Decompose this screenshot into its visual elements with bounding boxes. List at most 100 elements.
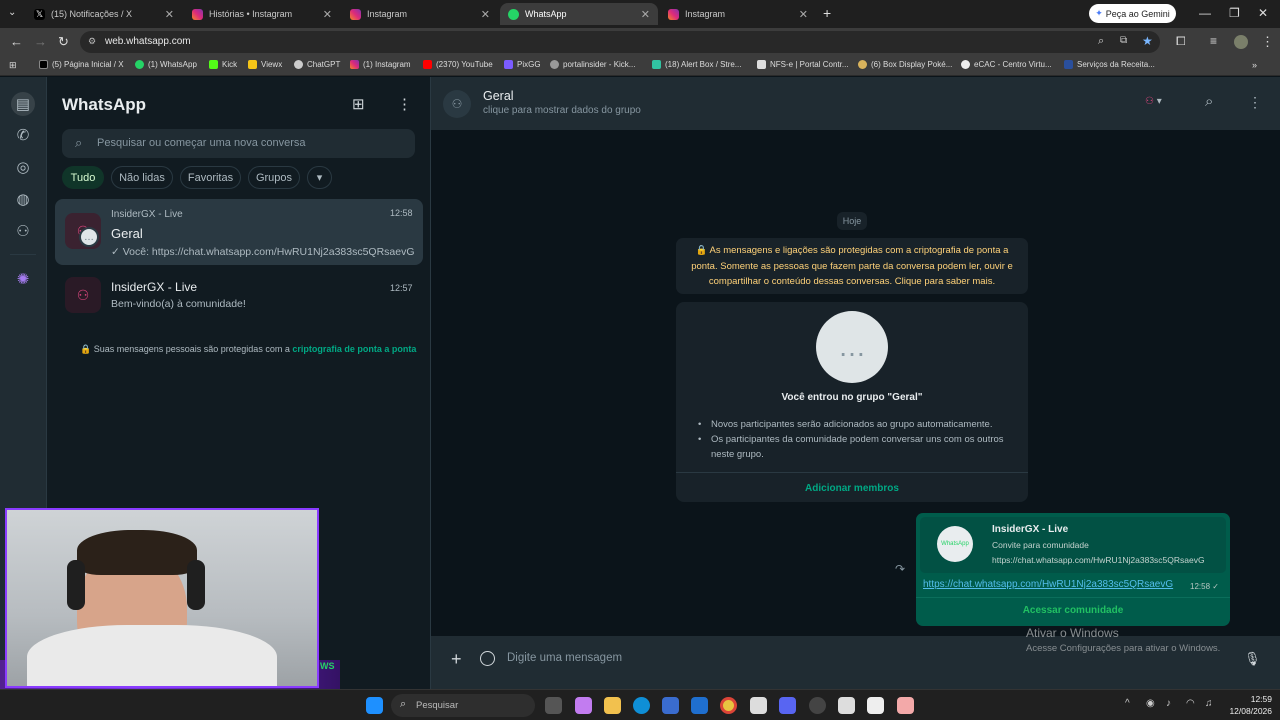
bookmark-item[interactable]: (18) Alert Box / Stre... xyxy=(652,60,741,69)
bookmark-item[interactable]: (6) Box Display Poké... xyxy=(858,60,952,69)
microphone-icon[interactable]: 🎙 xyxy=(1244,651,1261,667)
outlook-icon[interactable] xyxy=(691,697,708,714)
reload-icon[interactable]: ↻ xyxy=(58,34,69,50)
whatsapp-icon xyxy=(135,60,144,69)
close-icon[interactable]: ✕ xyxy=(641,8,650,21)
snipping-tool-icon[interactable] xyxy=(897,697,914,714)
capcut-icon-2[interactable] xyxy=(867,697,884,714)
invite-preview-card[interactable]: WhatsApp InsiderGX - Live Convite para c… xyxy=(920,517,1226,573)
filter-unread[interactable]: Não lidas xyxy=(111,166,173,189)
window-close-icon[interactable]: ✕ xyxy=(1258,6,1268,20)
forward-arrow-icon[interactable]: → xyxy=(34,34,47,49)
clock-date[interactable]: 12/08/2026 xyxy=(1218,706,1272,716)
file-explorer-icon[interactable] xyxy=(604,697,621,714)
bookmark-item[interactable]: Kick xyxy=(209,60,237,69)
attach-plus-icon[interactable]: + xyxy=(451,649,462,670)
chrome-menu-icon[interactable]: ⋮ xyxy=(1261,34,1274,50)
chat-item-geral[interactable]: ⚇ … InsiderGX - Live Geral ✓ Você: https… xyxy=(55,199,423,265)
copilot-icon[interactable] xyxy=(575,697,592,714)
bookmark-item[interactable]: (2370) YouTube xyxy=(423,60,493,69)
tab-search-icon[interactable]: ≡ xyxy=(1210,34,1217,48)
edge-icon[interactable] xyxy=(633,697,650,714)
url-field[interactable]: ⚙ web.whatsapp.com ⌕ ⧉ ★ xyxy=(80,31,1160,53)
message-link[interactable]: https://chat.whatsapp.com/HwRU1Nj2a383sc… xyxy=(923,579,1173,590)
site-info-icon[interactable]: ⚙ xyxy=(88,36,96,47)
add-members-button[interactable]: Adicionar membros xyxy=(676,483,1028,494)
menu-icon[interactable]: ⋮ xyxy=(397,95,412,113)
bookmark-item[interactable]: Viewx xyxy=(248,60,282,69)
install-app-icon[interactable]: ⧉ xyxy=(1120,35,1127,46)
minimize-icon[interactable]: — xyxy=(1199,6,1211,20)
volume-icon[interactable]: ♫ xyxy=(1205,698,1213,709)
meta-ai-icon[interactable]: ✺ xyxy=(12,268,34,290)
forward-icon[interactable]: ↷ xyxy=(895,562,905,576)
tab-instagram-stories[interactable]: Histórias • Instagram ✕ xyxy=(184,3,340,25)
filter-more-chevron-icon[interactable]: ▾ xyxy=(307,166,332,189)
message-input[interactable]: Digite uma mensagem xyxy=(507,652,622,664)
filter-groups[interactable]: Grupos xyxy=(248,166,300,189)
profile-avatar[interactable] xyxy=(1234,35,1248,49)
bookmark-item[interactable]: (1) WhatsApp xyxy=(135,60,197,69)
calls-icon[interactable]: ✆ xyxy=(12,124,34,146)
zoom-icon[interactable]: ⌕ xyxy=(1098,35,1104,48)
apps-grid-icon[interactable]: ⊞ xyxy=(9,60,17,71)
sticker-icon[interactable] xyxy=(480,651,495,666)
access-community-button[interactable]: Acessar comunidade xyxy=(916,605,1230,616)
tab-x-notifications[interactable]: 𝕏 (15) Notificações / X ✕ xyxy=(26,3,182,25)
bookmark-star-icon[interactable]: ★ xyxy=(1142,34,1153,48)
encryption-system-message[interactable]: 🔒 As mensagens e ligações são protegidas… xyxy=(676,238,1028,294)
bookmark-item[interactable]: portalinsider - Kick... xyxy=(550,60,635,69)
search-icon[interactable]: ⌕ xyxy=(1205,93,1213,110)
channels-icon[interactable]: ◍ xyxy=(12,188,34,210)
taskbar-search[interactable]: ⌕ Pesquisar xyxy=(391,694,535,717)
capcut-icon[interactable] xyxy=(750,697,767,714)
close-icon[interactable]: ✕ xyxy=(165,8,174,21)
filter-all[interactable]: Tudo xyxy=(62,166,104,189)
new-chat-icon[interactable]: ⊞ xyxy=(352,95,365,113)
clock-time[interactable]: 12:59 xyxy=(1228,694,1272,704)
tab-search-chevron-icon[interactable]: ⌄ xyxy=(8,7,16,18)
status-icon[interactable]: ◎ xyxy=(12,156,34,178)
menu-icon[interactable]: ⋮ xyxy=(1248,94,1262,111)
close-icon[interactable]: ✕ xyxy=(323,8,332,21)
windows-start-icon[interactable] xyxy=(366,697,383,714)
conversation-header[interactable]: ⚇ Geral clique para mostrar dados do gru… xyxy=(431,77,1280,130)
bookmark-item[interactable]: ChatGPT xyxy=(294,60,340,69)
close-icon[interactable]: ✕ xyxy=(799,8,808,21)
task-view-icon[interactable] xyxy=(545,697,562,714)
bookmark-item[interactable]: eCAC - Centro Virtu... xyxy=(961,60,1052,69)
discord-icon[interactable] xyxy=(779,697,796,714)
network-icon[interactable]: ◉ xyxy=(1146,698,1155,709)
tab-instagram-2[interactable]: Instagram ✕ xyxy=(660,3,816,25)
bookmark-item[interactable]: (1) Instagram xyxy=(350,60,411,69)
encryption-link[interactable]: criptografia de ponta a ponta xyxy=(292,344,416,354)
bookmark-item[interactable]: (5) Página Inicial / X xyxy=(39,60,124,69)
tab-whatsapp[interactable]: WhatsApp ✕ xyxy=(500,3,658,25)
chats-icon[interactable]: ▤ xyxy=(11,92,35,116)
store-icon[interactable] xyxy=(662,697,679,714)
microphone-icon[interactable]: ♪ xyxy=(1166,698,1171,709)
close-icon[interactable]: ✕ xyxy=(481,8,490,21)
video-call-icon[interactable]: ⚇ ▾ xyxy=(1145,96,1162,107)
obs-icon[interactable] xyxy=(809,697,826,714)
chat-item-insidergx[interactable]: ⚇ InsiderGX - Live Bem-vindo(a) à comuni… xyxy=(55,268,423,324)
filter-favorites[interactable]: Favoritas xyxy=(180,166,241,189)
more-bookmarks-icon[interactable]: » xyxy=(1252,60,1257,70)
group-avatar-icon[interactable]: ⚇ xyxy=(443,90,471,118)
extensions-icon[interactable]: ⧠ xyxy=(1176,34,1186,49)
chrome-icon[interactable] xyxy=(720,697,737,714)
tray-chevron-icon[interactable]: ^ xyxy=(1125,698,1130,709)
new-tab-button[interactable]: + xyxy=(823,5,831,21)
bookmark-item[interactable]: Serviços da Receita... xyxy=(1064,60,1155,69)
bookmark-item[interactable]: NFS-e | Portal Contr... xyxy=(757,60,849,69)
search-input[interactable]: ⌕ Pesquisar ou começar uma nova conversa xyxy=(62,129,415,158)
bookmark-item[interactable]: PixGG xyxy=(504,60,541,69)
communities-icon[interactable]: ⚇ xyxy=(12,220,34,242)
gemini-button[interactable]: ✦ Peça ao Gemini xyxy=(1089,4,1176,23)
wifi-icon[interactable]: ◠ xyxy=(1186,698,1195,709)
tab-instagram[interactable]: Instagram ✕ xyxy=(342,3,498,25)
app-icon[interactable] xyxy=(838,697,855,714)
restore-icon[interactable]: ❐ xyxy=(1229,6,1240,20)
outgoing-message[interactable]: WhatsApp InsiderGX - Live Convite para c… xyxy=(916,513,1230,626)
back-arrow-icon[interactable]: ← xyxy=(10,34,23,49)
